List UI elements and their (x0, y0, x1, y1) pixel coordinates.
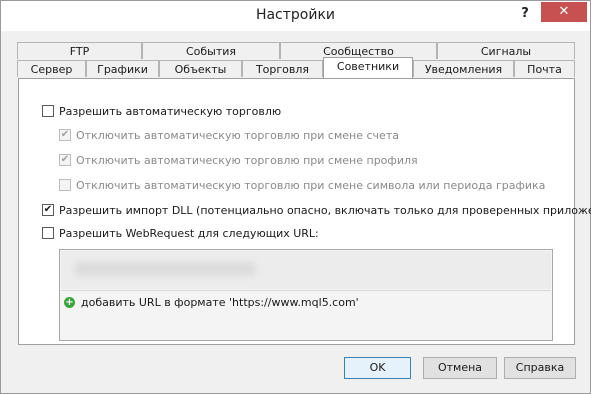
allow-auto-trading-label: Разрешить автоматическую торговлю (59, 104, 282, 118)
add-icon[interactable]: + (64, 296, 75, 308)
tab-charts[interactable]: Графики (86, 60, 159, 77)
tab-trading[interactable]: Торговля (242, 60, 323, 77)
cancel-button[interactable]: Отмена (423, 357, 497, 379)
allow-webrequest-label: Разрешить WebRequest для следующих URL: (59, 226, 319, 240)
close-icon[interactable]: ✕ (541, 2, 587, 22)
allow-dll-import-checkbox[interactable]: ✔ (42, 204, 54, 216)
disable-on-profile-change-checkbox: ✔ (59, 154, 71, 166)
allow-dll-import-label: Разрешить импорт DLL (потенциально опасн… (59, 203, 591, 217)
disable-on-symbol-change-option: Отключить автоматическую торговлю при см… (59, 177, 545, 193)
tab-row-back: FTP События Сообщество Сигналы (17, 42, 575, 60)
help-button[interactable]: Справка (504, 357, 576, 379)
redacted-url (75, 262, 255, 276)
tab-objects[interactable]: Объекты (159, 60, 242, 77)
tab-notifications[interactable]: Уведомления (413, 60, 514, 77)
tab-events[interactable]: События (142, 42, 280, 59)
disable-on-symbol-change-label: Отключить автоматическую торговлю при см… (76, 178, 546, 192)
ok-button[interactable]: OK (344, 357, 411, 379)
disable-on-account-change-label: Отключить автоматическую торговлю при см… (76, 128, 399, 142)
allow-dll-import-option[interactable]: ✔ Разрешить импорт DLL (потенциально опа… (42, 202, 591, 218)
allow-webrequest-option[interactable]: Разрешить WebRequest для следующих URL: (42, 225, 319, 241)
add-url-hint: добавить URL в формате 'https://www.mql5… (81, 295, 359, 309)
add-url-row[interactable]: + добавить URL в формате 'https://www.mq… (61, 290, 551, 313)
tab-server[interactable]: Сервер (17, 60, 86, 77)
disable-on-account-change-option: ✔ Отключить автоматическую торговлю при … (59, 127, 399, 143)
allow-auto-trading-option[interactable]: Разрешить автоматическую торговлю (42, 103, 281, 119)
webrequest-url-list[interactable]: + добавить URL в формате 'https://www.mq… (59, 249, 553, 341)
disable-on-symbol-change-checkbox (59, 179, 71, 191)
disable-on-account-change-checkbox: ✔ (59, 129, 71, 141)
tab-ftp[interactable]: FTP (17, 42, 142, 59)
disable-on-profile-change-option: ✔ Отключить автоматическую торговлю при … (59, 152, 418, 168)
disable-on-profile-change-label: Отключить автоматическую торговлю при см… (76, 153, 418, 167)
tab-signals[interactable]: Сигналы (437, 42, 575, 59)
allow-webrequest-checkbox[interactable] (42, 227, 54, 239)
url-list-item[interactable] (61, 251, 551, 289)
settings-dialog: Настройки ? ✕ FTP События Сообщество Сиг… (0, 0, 591, 394)
dialog-title: Настройки (255, 7, 336, 23)
tab-mail[interactable]: Почта (514, 60, 575, 77)
help-icon[interactable]: ? (515, 4, 535, 24)
title-bar: Настройки ? ✕ (1, 1, 590, 31)
allow-auto-trading-checkbox[interactable] (42, 105, 54, 117)
expert-advisors-panel: Разрешить автоматическую торговлю ✔ Откл… (18, 78, 591, 345)
tab-expert-advisors[interactable]: Советники (323, 57, 413, 78)
tab-row-front: Сервер Графики Объекты Торговля Советник… (17, 57, 575, 78)
